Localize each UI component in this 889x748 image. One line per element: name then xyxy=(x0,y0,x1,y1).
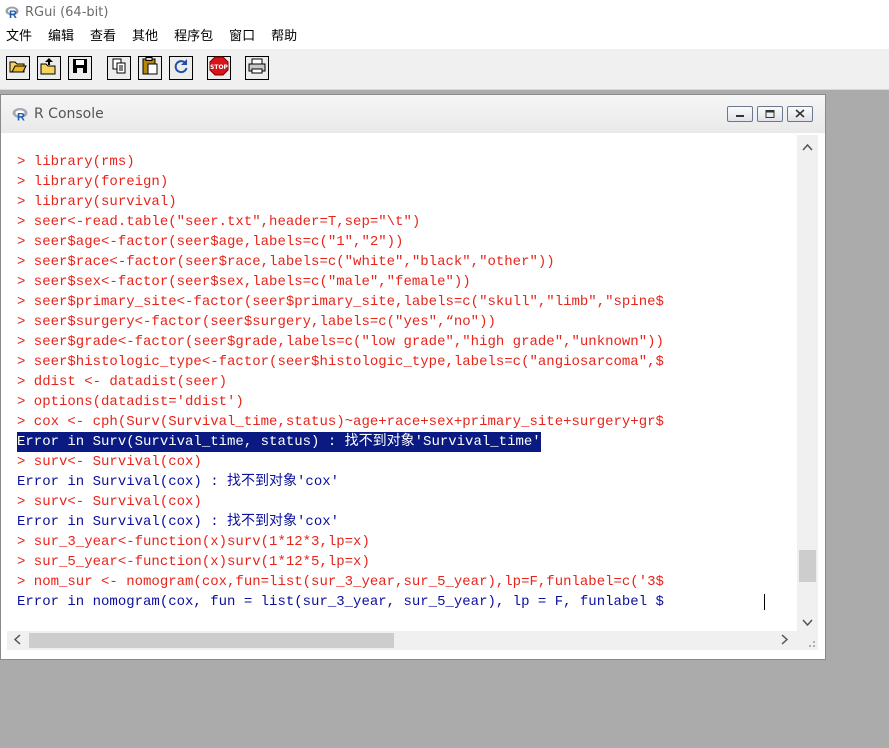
console-command-line: > library(survival) xyxy=(17,194,177,210)
toolbar: STOP xyxy=(0,49,889,90)
scroll-down-icon[interactable] xyxy=(802,616,813,630)
horizontal-scrollbar[interactable] xyxy=(7,631,797,650)
svg-text:R: R xyxy=(9,9,17,19)
r-logo-icon: R xyxy=(12,107,28,121)
open-script-icon xyxy=(9,58,27,78)
print-icon xyxy=(248,58,266,78)
console-command-line: > library(foreign) xyxy=(17,174,169,190)
console-command-line: > surv<- Survival(cox) xyxy=(17,494,202,510)
minimize-button[interactable] xyxy=(727,106,753,122)
scroll-left-icon[interactable] xyxy=(13,634,21,648)
scroll-right-icon[interactable] xyxy=(781,634,789,648)
resize-grip-icon xyxy=(797,635,818,654)
save-workspace-icon xyxy=(72,58,88,78)
horizontal-scroll-thumb[interactable] xyxy=(29,633,394,648)
copy-icon xyxy=(111,58,127,78)
console-command-line: > nom_sur <- nomogram(cox,fun=list(sur_3… xyxy=(17,574,664,590)
menu-windows[interactable]: 窗口 xyxy=(221,24,263,49)
console-command-line: > seer$primary_site<-factor(seer$primary… xyxy=(17,294,664,310)
console-command-line: > sur_5_year<-function(x)surv(1*12*5,lp=… xyxy=(17,554,370,570)
window-controls xyxy=(727,106,813,122)
console-command-line: > seer$sex<-factor(seer$sex,labels=c("ma… xyxy=(17,274,471,290)
svg-text:R: R xyxy=(17,112,25,122)
copy-button[interactable] xyxy=(107,56,131,80)
copy-paste-button[interactable] xyxy=(169,56,193,80)
console-command-line: > seer$surgery<-factor(seer$surgery,labe… xyxy=(17,314,496,330)
console-body[interactable]: > library(rms) > library(foreign) > librar… xyxy=(7,135,819,656)
stop-icon: STOP xyxy=(209,56,229,80)
text-cursor xyxy=(764,594,765,610)
r-console-window: R R Console > library(rms) > library(for… xyxy=(0,94,826,660)
resize-grip[interactable] xyxy=(797,631,818,650)
console-title: R Console xyxy=(34,106,104,122)
menu-bar: 文件 编辑 查看 其他 程序包 窗口 帮助 xyxy=(0,24,889,49)
maximize-icon xyxy=(765,106,775,122)
console-command-line: > library(rms) xyxy=(17,154,135,170)
r-logo-icon: R xyxy=(5,5,19,19)
print-button[interactable] xyxy=(245,56,269,80)
console-error-line: Error in Survival(cox) : 找不到对象'cox' xyxy=(17,514,340,530)
menu-edit[interactable]: 编辑 xyxy=(40,24,82,49)
console-error-line-selected: Error in Surv(Survival_time, status) : 找… xyxy=(17,432,541,452)
console-output[interactable]: > library(rms) > library(foreign) > librar… xyxy=(7,135,797,631)
app-title: RGui (64-bit) xyxy=(25,4,109,20)
console-command-line: > seer$grade<-factor(seer$grade,labels=c… xyxy=(17,334,664,350)
console-command-line: > ddist <- datadist(seer) xyxy=(17,374,228,390)
maximize-button[interactable] xyxy=(757,106,783,122)
console-command-line: > seer$histologic_type<-factor(seer$hist… xyxy=(17,354,664,370)
console-command-line: > seer$age<-factor(seer$age,labels=c("1"… xyxy=(17,234,404,250)
refresh-icon xyxy=(173,58,189,78)
save-workspace-button[interactable] xyxy=(68,56,92,80)
minimize-icon xyxy=(735,106,745,122)
console-command-line: > cox <- cph(Surv(Survival_time,status)~… xyxy=(17,414,664,430)
load-workspace-icon xyxy=(40,57,58,79)
console-error-line: Error in Survival(cox) : 找不到对象'cox' xyxy=(17,474,340,490)
menu-misc[interactable]: 其他 xyxy=(124,24,166,49)
svg-text:STOP: STOP xyxy=(210,64,229,71)
console-titlebar[interactable]: R R Console xyxy=(1,95,825,133)
vertical-scrollbar[interactable] xyxy=(797,135,818,631)
mdi-area: R R Console > library(rms) > library(for… xyxy=(0,90,889,748)
console-command-line: > surv<- Survival(cox) xyxy=(17,454,202,470)
close-icon xyxy=(795,106,805,122)
app-titlebar: R RGui (64-bit) xyxy=(0,0,889,24)
menu-help[interactable]: 帮助 xyxy=(263,24,305,49)
menu-view[interactable]: 查看 xyxy=(82,24,124,49)
menu-packages[interactable]: 程序包 xyxy=(166,24,221,49)
open-script-button[interactable] xyxy=(6,56,30,80)
scroll-up-icon[interactable] xyxy=(802,140,813,154)
console-command-line: > seer<-read.table("seer.txt",header=T,s… xyxy=(17,214,421,230)
console-command-line: > options(datadist='ddist') xyxy=(17,394,244,410)
console-command-line: > seer$race<-factor(seer$race,labels=c("… xyxy=(17,254,555,270)
paste-button[interactable] xyxy=(138,56,162,80)
close-button[interactable] xyxy=(787,106,813,122)
console-command-line: > sur_3_year<-function(x)surv(1*12*3,lp=… xyxy=(17,534,370,550)
load-workspace-button[interactable] xyxy=(37,56,61,80)
stop-button[interactable]: STOP xyxy=(207,56,231,80)
menu-file[interactable]: 文件 xyxy=(0,24,40,49)
console-error-line: Error in nomogram(cox, fun = list(sur_3_… xyxy=(17,594,664,610)
vertical-scroll-thumb[interactable] xyxy=(799,550,816,582)
paste-icon xyxy=(142,57,158,79)
